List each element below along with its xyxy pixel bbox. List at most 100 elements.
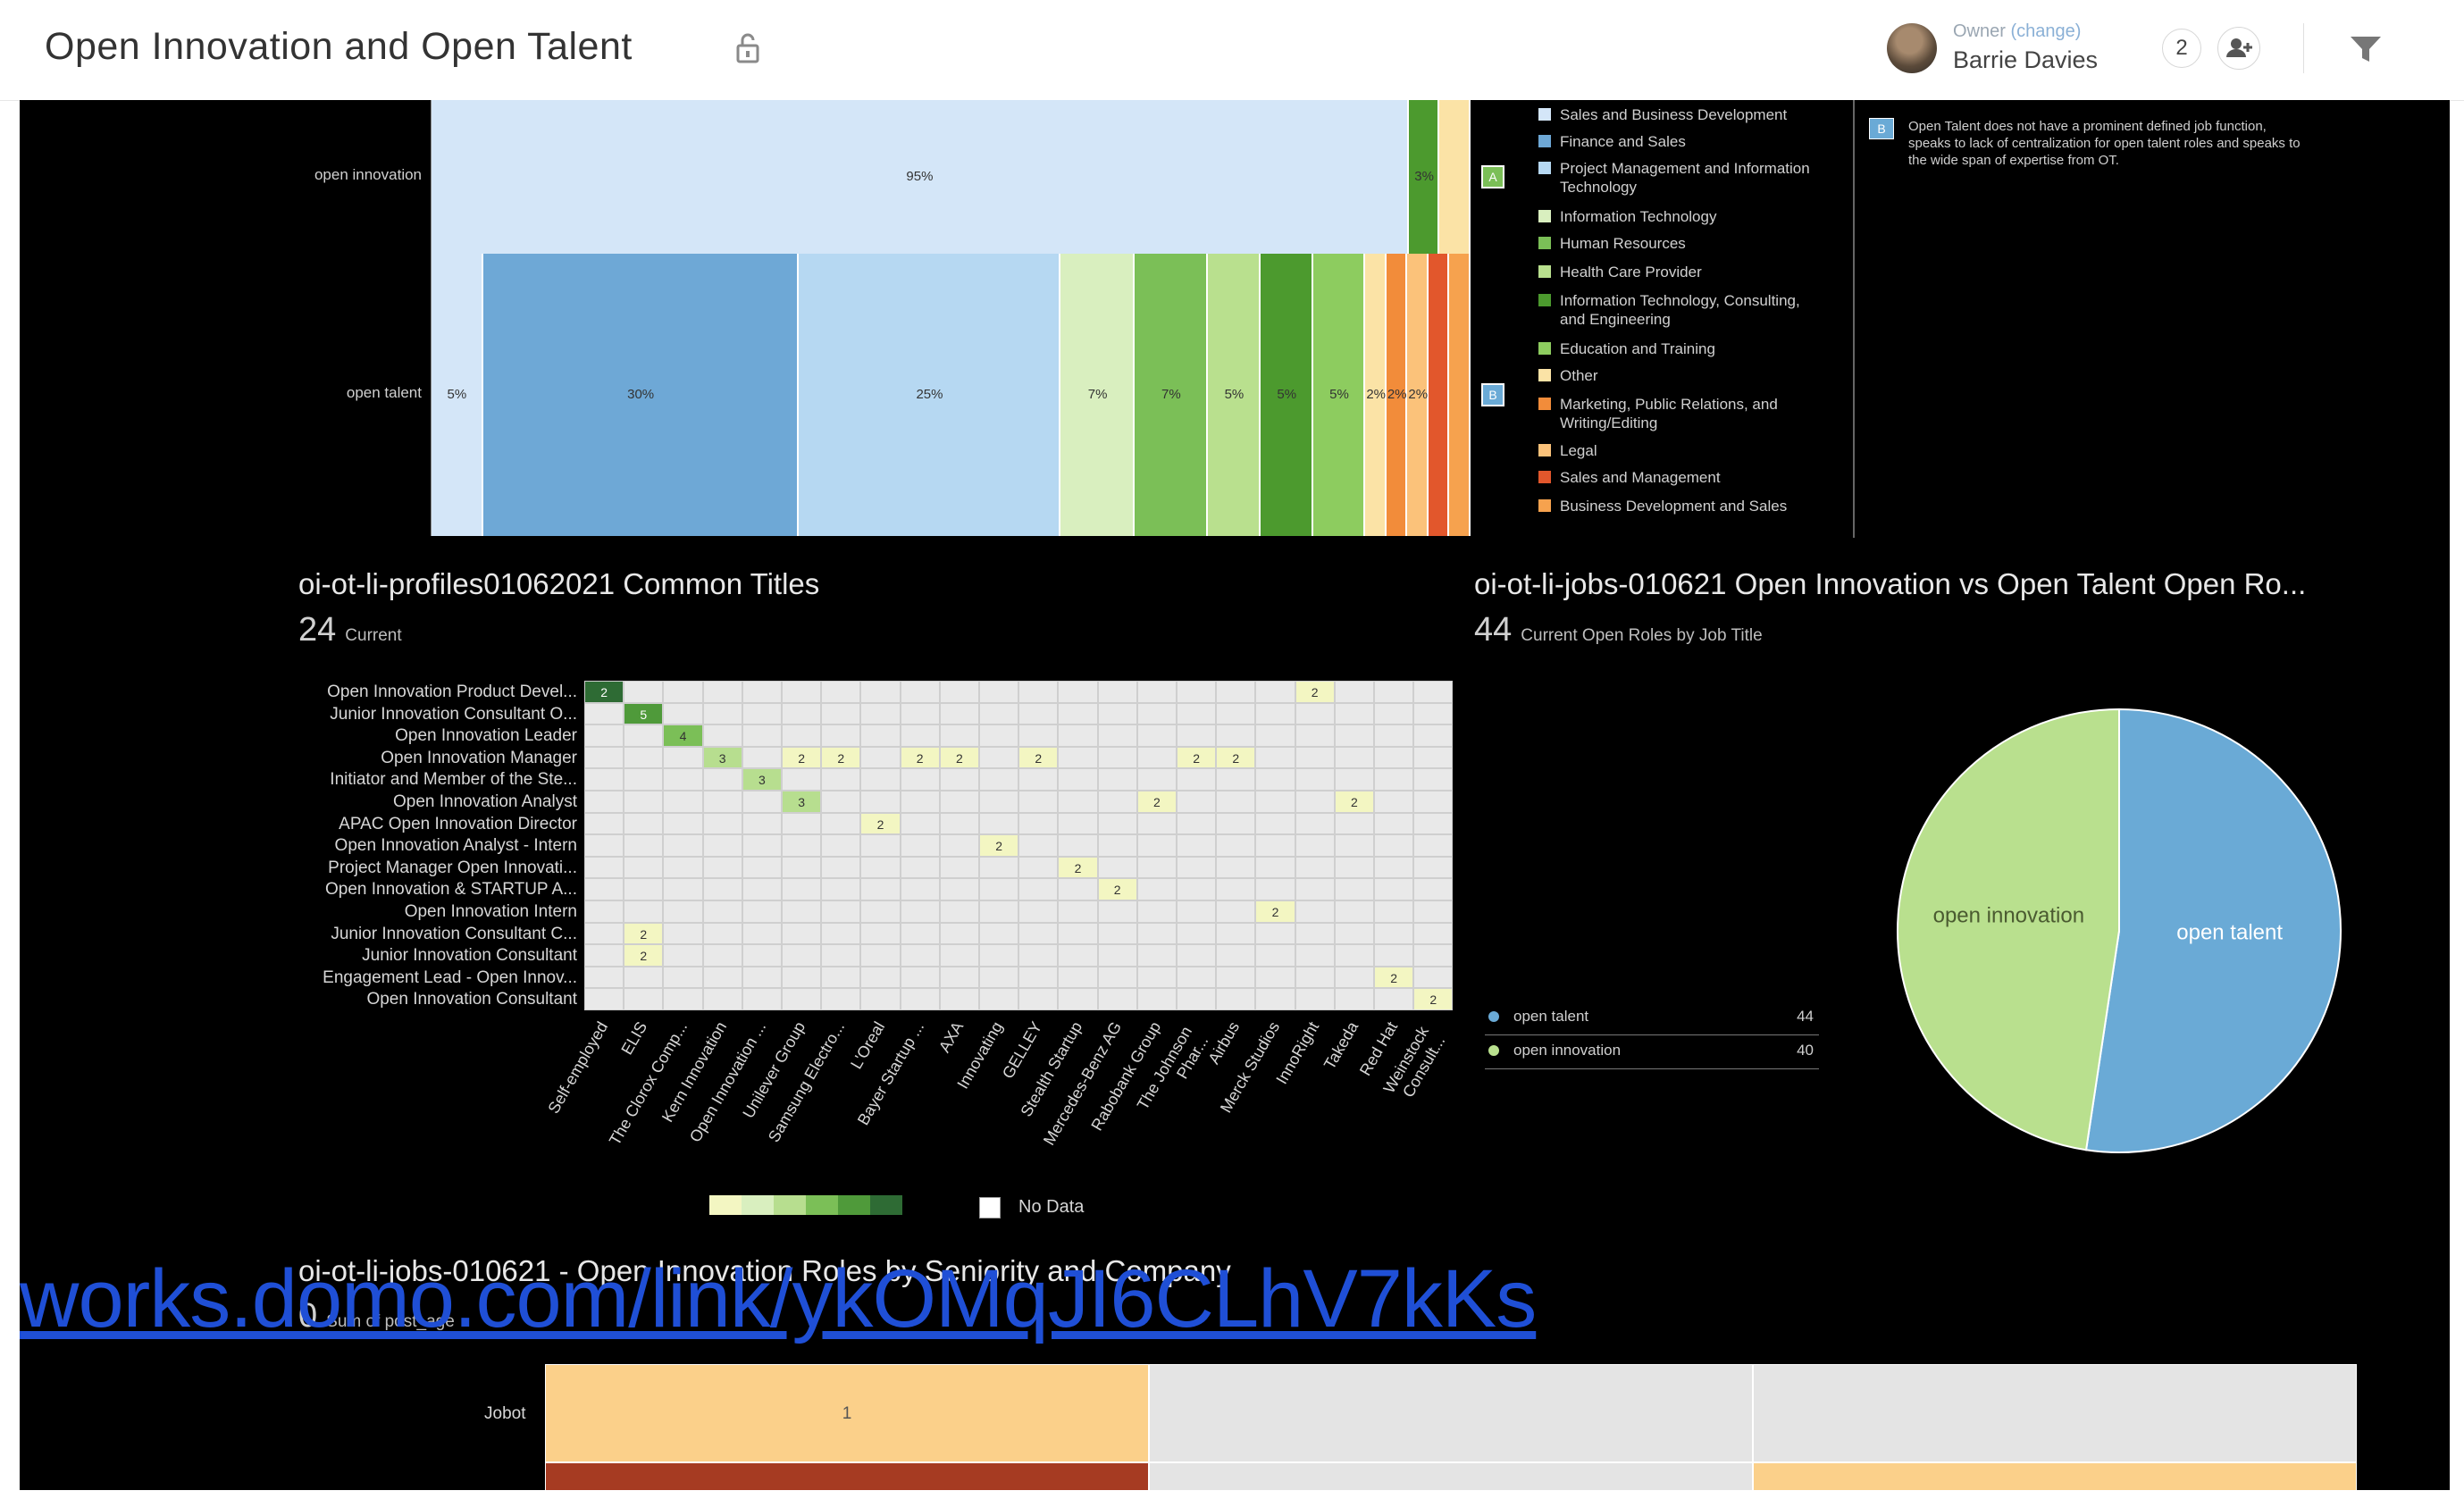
heatmap-cell[interactable]	[702, 988, 742, 1010]
heatmap-cell[interactable]	[584, 768, 624, 791]
legend-label[interactable]: Other	[1560, 366, 1828, 385]
heatmap-cell[interactable]	[1295, 922, 1335, 945]
heatmap-cell[interactable]	[742, 681, 782, 703]
heatmap-cell[interactable]	[1374, 812, 1414, 835]
heatmap-cell[interactable]	[742, 988, 782, 1010]
heatmap-cell[interactable]: 2	[1136, 791, 1177, 813]
heatmap-cell[interactable]	[939, 900, 979, 923]
heatmap-cell[interactable]	[1097, 922, 1137, 945]
heatmap-cell[interactable]	[663, 834, 703, 857]
heatmap-cell[interactable]	[1136, 746, 1177, 769]
heatmap-cell[interactable]	[979, 900, 1019, 923]
heatmap-cell[interactable]	[742, 878, 782, 900]
heatmap-cell[interactable]	[1216, 724, 1256, 747]
heatmap-cell[interactable]	[1334, 702, 1374, 725]
heatmap-cell[interactable]	[1255, 878, 1295, 900]
heatmap-cell[interactable]	[1097, 834, 1137, 857]
heatmap-cell[interactable]	[821, 724, 861, 747]
heatmap-cell[interactable]	[821, 834, 861, 857]
heatmap-cell[interactable]	[1216, 812, 1256, 835]
heatmap-cell[interactable]	[1255, 944, 1295, 967]
heatmap-cell[interactable]	[1255, 988, 1295, 1010]
heatmap-cell[interactable]	[900, 724, 940, 747]
heatmap-cell[interactable]	[1413, 922, 1454, 945]
heatmap-cell[interactable]	[702, 900, 742, 923]
heatmap-title[interactable]: oi-ot-li-profiles01062021 Common Titles	[298, 567, 819, 601]
heatmap-cell[interactable]	[1413, 834, 1454, 857]
heatmap-cell[interactable]	[1374, 922, 1414, 945]
heatmap-cell[interactable]	[1136, 812, 1177, 835]
heatmap-cell[interactable]	[1097, 856, 1137, 879]
heatmap-cell[interactable]	[1177, 900, 1217, 923]
heatmap-cell[interactable]	[1413, 812, 1454, 835]
heatmap-cell[interactable]	[821, 944, 861, 967]
heatmap-cell[interactable]	[979, 746, 1019, 769]
bottom-cell-filled[interactable]	[1753, 1462, 2357, 1490]
heatmap-cell[interactable]	[1374, 856, 1414, 879]
heatmap-cell[interactable]	[1058, 834, 1098, 857]
heatmap-cell[interactable]	[939, 966, 979, 989]
heatmap-cell[interactable]	[1216, 791, 1256, 813]
heatmap-cell[interactable]: 3	[742, 768, 782, 791]
heatmap-cell[interactable]	[1097, 724, 1137, 747]
heatmap-cell[interactable]	[1177, 966, 1217, 989]
heatmap-cell[interactable]	[1255, 702, 1295, 725]
heatmap-cell[interactable]	[624, 834, 664, 857]
heatmap-cell[interactable]	[584, 791, 624, 813]
heatmap-cell[interactable]	[782, 966, 822, 989]
heatmap-cell[interactable]	[1177, 878, 1217, 900]
heatmap-cell[interactable]	[1216, 988, 1256, 1010]
heatmap-cell[interactable]	[1255, 812, 1295, 835]
heatmap-cell[interactable]	[624, 746, 664, 769]
heatmap-cell[interactable]	[1216, 900, 1256, 923]
heatmap-cell[interactable]	[702, 702, 742, 725]
heatmap-cell[interactable]: 2	[979, 834, 1019, 857]
heatmap-cell[interactable]: 2	[1374, 966, 1414, 989]
heatmap-cell[interactable]	[663, 856, 703, 879]
heatmap-cell[interactable]	[1097, 988, 1137, 1010]
heatmap-cell[interactable]	[624, 878, 664, 900]
heatmap-cell[interactable]	[979, 878, 1019, 900]
heatmap-cell[interactable]	[624, 900, 664, 923]
heatmap-cell[interactable]	[939, 856, 979, 879]
pie-legend-row[interactable]: open talent 44	[1485, 1002, 1819, 1035]
heatmap-cell[interactable]	[1295, 900, 1335, 923]
heatmap-cell[interactable]	[782, 702, 822, 725]
heatmap-cell[interactable]	[979, 768, 1019, 791]
heatmap-cell[interactable]	[1334, 900, 1374, 923]
legend-label[interactable]: Finance and Sales	[1560, 132, 1828, 151]
heatmap-cell[interactable]	[821, 702, 861, 725]
heatmap-cell[interactable]	[1413, 878, 1454, 900]
heatmap-cell[interactable]	[939, 834, 979, 857]
heatmap-cell[interactable]	[1177, 681, 1217, 703]
pie-legend-row[interactable]: open innovation 40	[1485, 1036, 1819, 1069]
heatmap-cell[interactable]	[1136, 834, 1177, 857]
heatmap-cell[interactable]	[1097, 768, 1137, 791]
heatmap-cell[interactable]	[702, 834, 742, 857]
heatmap-cell[interactable]	[1334, 988, 1374, 1010]
heatmap-cell[interactable]	[1058, 768, 1098, 791]
heatmap-cell[interactable]	[702, 724, 742, 747]
owner-change-link[interactable]: (change)	[2010, 21, 2081, 41]
heatmap-cell[interactable]	[1058, 681, 1098, 703]
heatmap-cell[interactable]	[900, 900, 940, 923]
heatmap-cell[interactable]	[584, 944, 624, 967]
heatmap-cell[interactable]	[900, 856, 940, 879]
heatmap-cell[interactable]	[1374, 702, 1414, 725]
heatmap-cell[interactable]	[1018, 724, 1059, 747]
heatmap-cell[interactable]	[1018, 966, 1059, 989]
heatmap-cell[interactable]	[1216, 878, 1256, 900]
heatmap-cell[interactable]	[1255, 746, 1295, 769]
heatmap-cell[interactable]	[742, 944, 782, 967]
heatmap-cell[interactable]: 2	[1216, 746, 1256, 769]
heatmap-cell[interactable]	[1097, 791, 1137, 813]
heatmap-cell[interactable]	[663, 878, 703, 900]
heatmap-cell[interactable]: 2	[821, 746, 861, 769]
heatmap-cell[interactable]	[1097, 900, 1137, 923]
heatmap-cell[interactable]	[860, 724, 901, 747]
heatmap-cell[interactable]	[1018, 878, 1059, 900]
heatmap-cell[interactable]	[1334, 812, 1374, 835]
heatmap-cell[interactable]	[1295, 702, 1335, 725]
heatmap-cell[interactable]	[1295, 768, 1335, 791]
legend-label[interactable]: Information Technology, Consulting, and …	[1560, 291, 1828, 329]
